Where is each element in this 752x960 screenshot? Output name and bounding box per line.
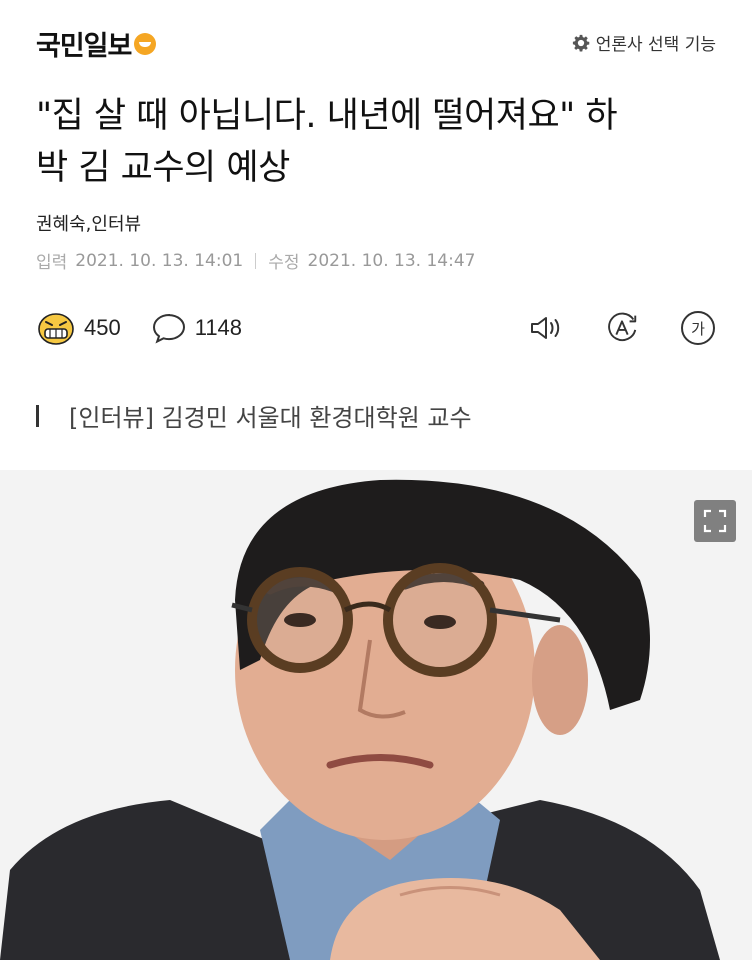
portrait-image xyxy=(0,470,752,960)
reading-tools: 가 xyxy=(488,310,716,346)
article-title: "집 살 때 아닙니다. 내년에 떨어져요" 하 박 김 교수의 예상 xyxy=(36,90,726,194)
comment-count: 1148 xyxy=(194,315,243,340)
article-title-line1: "집 살 때 아닙니다. 내년에 떨어져요" 하 xyxy=(36,96,618,136)
gear-icon xyxy=(572,34,589,51)
speaker-icon xyxy=(531,317,560,339)
subhead-text: [인터뷰] 김경민 서울대 환경대학원 교수 xyxy=(69,404,472,432)
logo-text: 국민일보 xyxy=(36,31,132,62)
modified-date: 2021. 10. 13. 14:47 xyxy=(307,250,476,271)
smile-logo-icon xyxy=(134,32,157,55)
comment-bubble-icon xyxy=(152,313,185,344)
expand-icon xyxy=(703,509,727,533)
text-size-label: 가 xyxy=(691,320,705,338)
byline: 권혜숙,인터뷰 xyxy=(36,214,142,235)
press-select-button[interactable]: 언론사 선택 기능 xyxy=(572,30,716,55)
reaction-count: 450 xyxy=(84,315,121,340)
press-select-label: 언론사 선택 기능 xyxy=(595,35,716,55)
article-photo[interactable] xyxy=(0,470,752,960)
subhead-bar xyxy=(36,404,39,427)
press-logo[interactable]: 국민일보 xyxy=(36,24,157,63)
expand-button[interactable] xyxy=(694,500,736,542)
font-A-icon xyxy=(608,312,637,342)
comment-button[interactable]: 1148 xyxy=(151,312,242,344)
top-bar: 국민일보 언론사 선택 기능 xyxy=(0,0,752,80)
translate-button[interactable] xyxy=(604,310,640,346)
text-size-button[interactable]: 가 xyxy=(680,310,716,346)
text-size-icon: 가 xyxy=(681,311,715,345)
date-divider xyxy=(255,252,257,269)
article-subhead: [인터뷰] 김경민 서울대 환경대학원 교수 xyxy=(36,398,472,433)
input-date: 2021. 10. 13. 14:01 xyxy=(75,250,244,271)
audio-button[interactable] xyxy=(528,310,564,346)
reaction-button[interactable]: 450 xyxy=(36,310,121,346)
article-action-bar: 450 1148 가 xyxy=(36,306,716,350)
input-label: 입력 xyxy=(36,253,68,273)
article-title-line2: 박 김 교수의 예상 xyxy=(36,148,290,188)
article-dates: 입력 2021. 10. 13. 14:01 수정 2021. 10. 13. … xyxy=(36,248,476,274)
grimace-emoji-icon xyxy=(38,313,74,345)
modified-label: 수정 xyxy=(268,253,300,273)
